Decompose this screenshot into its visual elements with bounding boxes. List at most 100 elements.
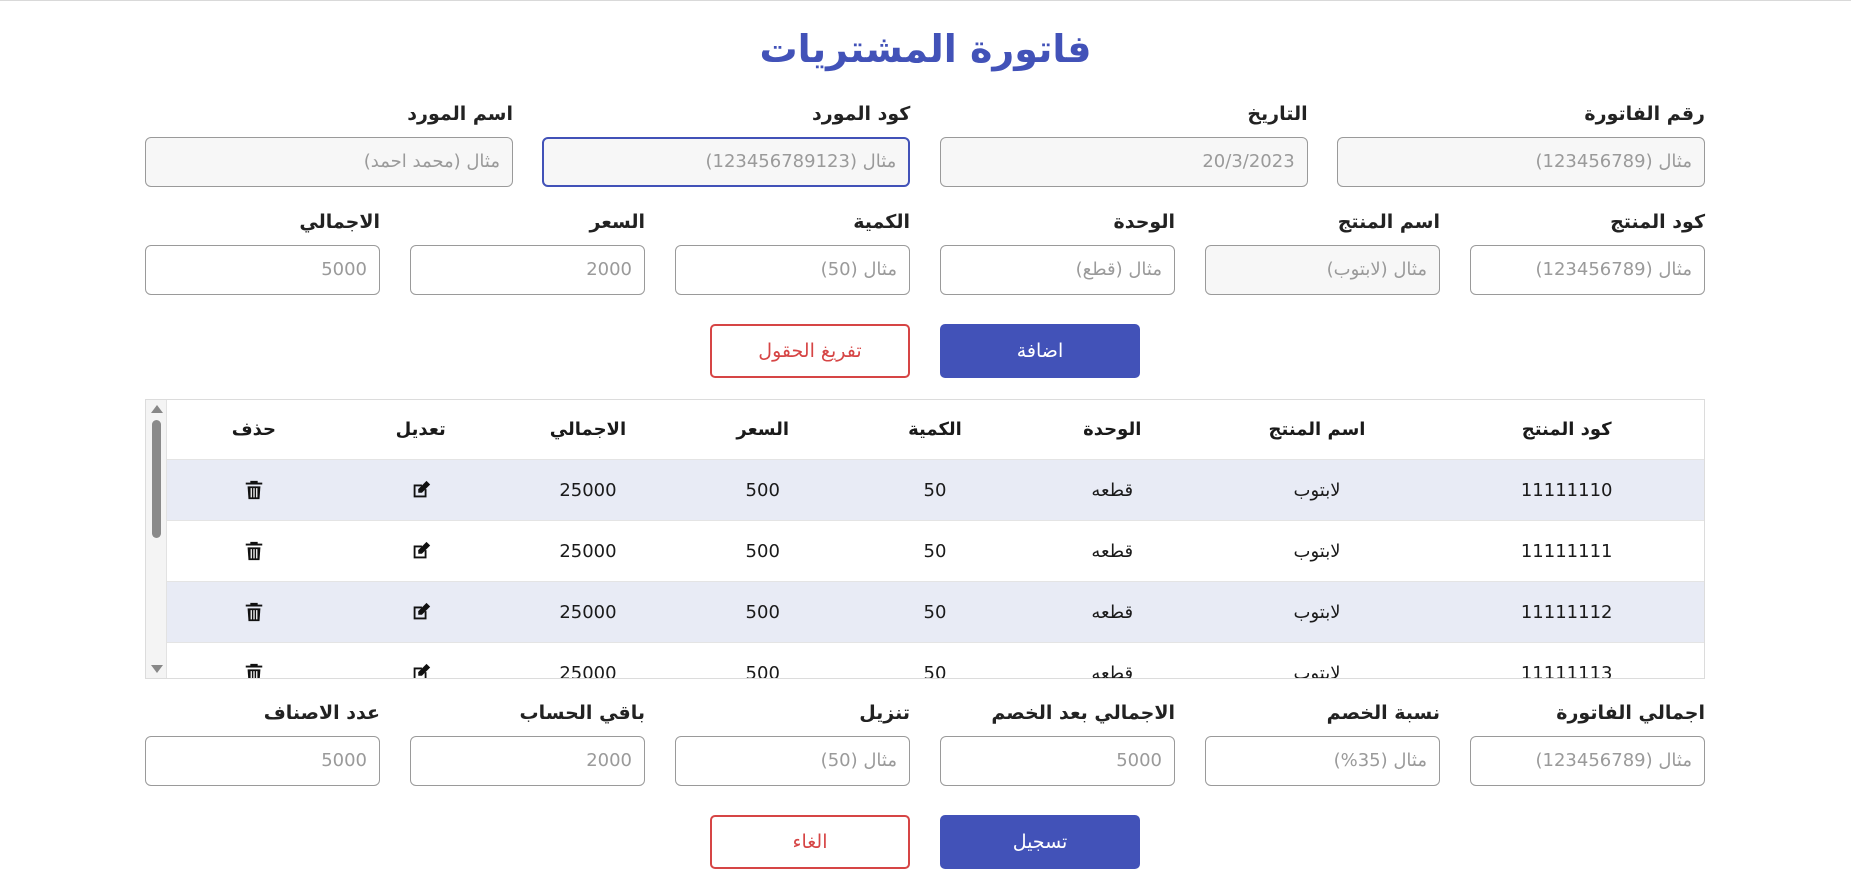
supplier-name-field: اسم المورد مثال (محمد احمد)	[145, 101, 513, 187]
cell-delete	[167, 540, 341, 562]
invoice-total-input[interactable]: مثال (123456789)	[1470, 736, 1705, 786]
balance-remaining-field: باقي الحساب 2000	[410, 700, 645, 786]
cell-delete	[167, 662, 341, 679]
table-row: 11111113 لابتوب قطعه 50 500 25000	[167, 643, 1704, 679]
item-count-input[interactable]: 5000	[145, 736, 380, 786]
cell-delete	[167, 479, 341, 501]
price-input[interactable]: 2000	[410, 245, 645, 295]
add-button[interactable]: اضافة	[940, 324, 1140, 378]
cancel-button[interactable]: الغاء	[710, 815, 910, 869]
product-code-label: كود المنتج	[1610, 211, 1705, 233]
scroll-down-icon[interactable]	[151, 665, 163, 673]
quantity-label: الكمية	[853, 211, 910, 233]
deduction-input[interactable]: مثال (50)	[675, 736, 910, 786]
cell-name: لابتوب	[1293, 601, 1341, 623]
summary-row: اجمالي الفاتورة مثال (123456789) نسبة ال…	[145, 700, 1705, 786]
clear-fields-button[interactable]: تفريغ الحقول	[710, 324, 910, 378]
edit-icon[interactable]	[410, 662, 432, 679]
invoice-number-input[interactable]: مثال (123456789)	[1336, 137, 1705, 187]
total-after-discount-label: الاجمالي بعد الخصم	[991, 702, 1175, 724]
cell-edit	[341, 601, 501, 623]
product-name-field: اسم المنتج مثال (لابتوب)	[1205, 209, 1440, 295]
col-unit: الوحدة	[1083, 419, 1142, 440]
col-product-code: كود المنتج	[1521, 419, 1612, 440]
invoice-number-label: رقم الفاتورة	[1584, 103, 1705, 125]
table-header-row: كود المنتج اسم المنتج الوحدة الكمية السع…	[167, 400, 1704, 460]
product-name-label: اسم المنتج	[1337, 211, 1440, 233]
cell-price: 500	[745, 662, 780, 679]
cell-total: 25000	[559, 479, 617, 501]
trash-icon[interactable]	[243, 662, 265, 679]
cell-edit	[341, 662, 501, 679]
product-code-input[interactable]: مثال (123456789)	[1470, 245, 1705, 295]
date-field: التاريخ 20/3/2023	[939, 101, 1308, 187]
product-name-input[interactable]: مثال (لابتوب)	[1205, 245, 1440, 295]
line-total-field: الاجمالي 5000	[145, 209, 380, 295]
invoice-total-field: اجمالي الفاتورة مثال (123456789)	[1470, 700, 1705, 786]
cell-name: لابتوب	[1293, 479, 1341, 501]
discount-rate-label: نسبة الخصم	[1326, 702, 1440, 724]
item-count-field: عدد الاصناف 5000	[145, 700, 380, 786]
invoice-total-label: اجمالي الفاتورة	[1556, 702, 1705, 724]
cell-total: 25000	[559, 601, 617, 623]
edit-icon[interactable]	[410, 479, 432, 501]
trash-icon[interactable]	[243, 479, 265, 501]
balance-remaining-input[interactable]: 2000	[410, 736, 645, 786]
cell-code: 11111112	[1520, 601, 1613, 623]
supplier-name-input[interactable]: مثال (محمد احمد)	[145, 137, 513, 187]
quantity-input[interactable]: مثال (50)	[675, 245, 910, 295]
deduction-label: تنزيل	[859, 702, 910, 724]
table-grid: كود المنتج اسم المنتج الوحدة الكمية السع…	[167, 400, 1704, 679]
table-row: 11111112 لابتوب قطعه 50 500 25000	[167, 582, 1704, 643]
quantity-field: الكمية مثال (50)	[675, 209, 910, 295]
save-button[interactable]: تسجيل	[940, 815, 1140, 869]
cell-delete	[167, 601, 341, 623]
edit-icon[interactable]	[410, 601, 432, 623]
deduction-field: تنزيل مثال (50)	[675, 700, 910, 786]
edit-icon[interactable]	[410, 540, 432, 562]
table-row: 11111111 لابتوب قطعه 50 500 25000	[167, 521, 1704, 582]
cell-name: لابتوب	[1293, 540, 1341, 562]
supplier-code-input[interactable]: مثال (123456789123)	[542, 137, 911, 187]
price-field: السعر 2000	[410, 209, 645, 295]
cell-unit: قطعه	[1091, 662, 1134, 679]
cell-qty: 50	[923, 601, 947, 623]
cell-unit: قطعه	[1091, 479, 1134, 501]
cell-price: 500	[745, 540, 780, 562]
unit-input[interactable]: مثال (قطع)	[940, 245, 1175, 295]
supplier-name-label: اسم المورد	[407, 103, 513, 125]
col-delete: حذف	[231, 419, 277, 440]
cell-name: لابتوب	[1293, 662, 1341, 679]
trash-icon[interactable]	[243, 540, 265, 562]
line-total-input[interactable]: 5000	[145, 245, 380, 295]
cell-unit: قطعه	[1091, 601, 1134, 623]
invoice-number-field: رقم الفاتورة مثال (123456789)	[1336, 101, 1705, 187]
cell-price: 500	[745, 601, 780, 623]
supplier-code-field: كود المورد مثال (123456789123)	[542, 101, 911, 187]
cell-total: 25000	[559, 662, 617, 679]
total-after-discount-field: الاجمالي بعد الخصم 5000	[940, 700, 1175, 786]
items-table: كود المنتج اسم المنتج الوحدة الكمية السع…	[145, 399, 1705, 679]
table-row: 11111110 لابتوب قطعه 50 500 25000	[167, 460, 1704, 521]
line-total-label: الاجمالي	[299, 211, 380, 233]
scroll-thumb[interactable]	[152, 420, 161, 538]
cell-qty: 50	[923, 479, 947, 501]
unit-field: الوحدة مثال (قطع)	[940, 209, 1175, 295]
cell-qty: 50	[923, 540, 947, 562]
table-scrollbar[interactable]	[146, 400, 167, 678]
supplier-code-label: كود المورد	[812, 103, 911, 125]
col-total: الاجمالي	[549, 419, 627, 440]
unit-label: الوحدة	[1113, 211, 1175, 233]
discount-rate-input[interactable]: مثال (35%)	[1205, 736, 1440, 786]
col-quantity: الكمية	[908, 419, 962, 440]
date-label: التاريخ	[1247, 103, 1308, 125]
cell-code: 11111111	[1520, 540, 1613, 562]
date-input[interactable]: 20/3/2023	[939, 137, 1308, 187]
total-after-discount-input[interactable]: 5000	[940, 736, 1175, 786]
trash-icon[interactable]	[243, 601, 265, 623]
item-count-label: عدد الاصناف	[263, 702, 380, 724]
cell-price: 500	[745, 479, 780, 501]
cell-edit	[341, 479, 501, 501]
cell-code: 11111113	[1520, 662, 1613, 679]
scroll-up-icon[interactable]	[151, 405, 163, 413]
